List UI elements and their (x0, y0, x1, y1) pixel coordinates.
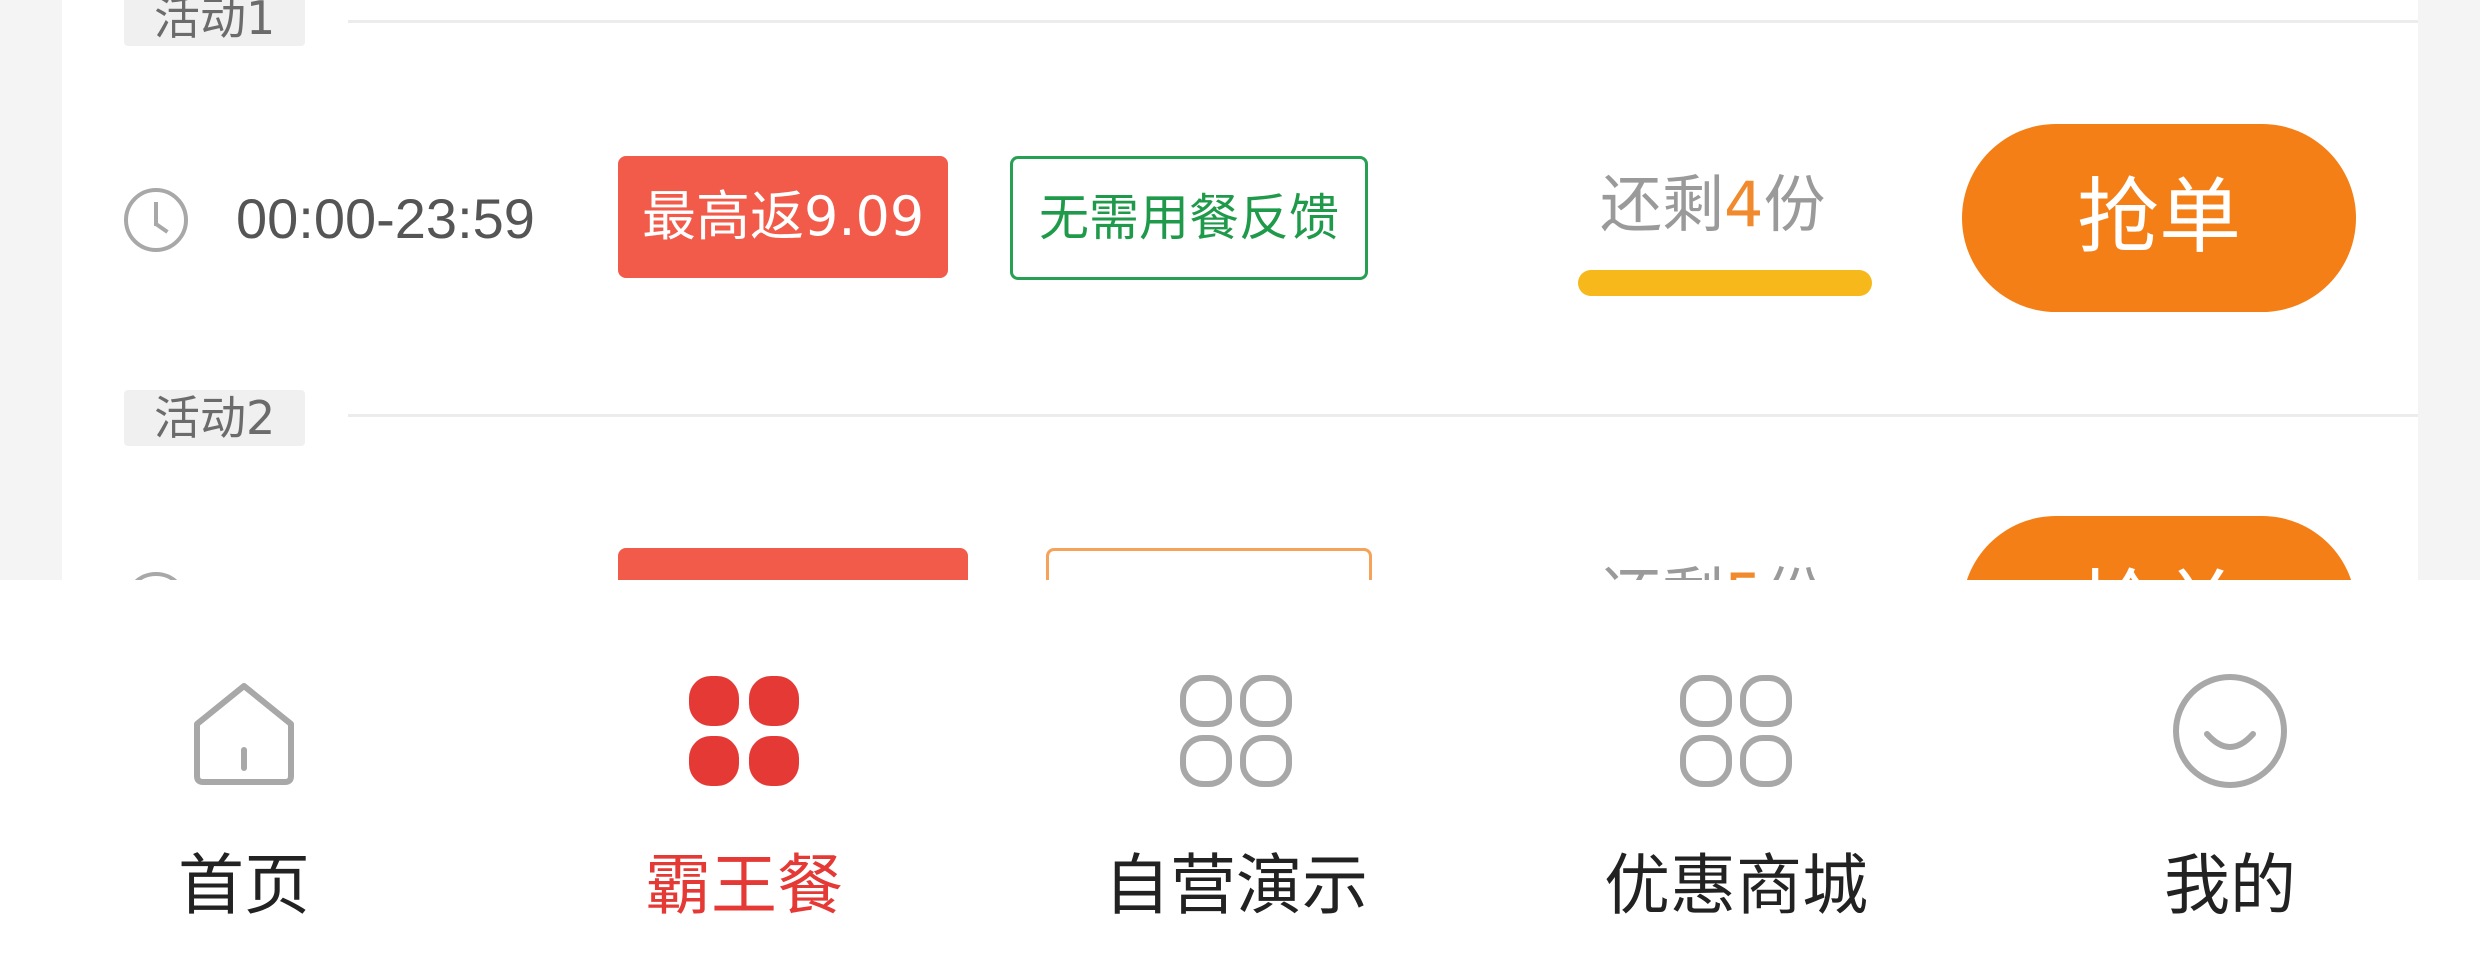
tab-home[interactable]: 首页 (84, 580, 404, 972)
divider (348, 414, 2418, 417)
tab-discount-mall[interactable]: 优惠商城 (1576, 580, 1896, 972)
feedback-tag: 无需用餐反馈 (1010, 156, 1368, 280)
activity-time: 00:00-23:59 (236, 187, 535, 250)
grid-filled-icon (689, 676, 799, 786)
clock-icon (124, 188, 188, 252)
activity-label: 活动2 (124, 390, 306, 446)
tab-bawangcan[interactable]: 霸王餐 (584, 580, 904, 972)
tab-label: 首页 (178, 847, 310, 924)
remain-prefix: 还剩 (1600, 168, 1725, 241)
divider (348, 20, 2418, 23)
activity-label: 活动1 (124, 0, 306, 46)
home-icon (194, 683, 294, 785)
tab-self-demo[interactable]: 自营演示 (1076, 580, 1396, 972)
remain-suffix: 份 (1763, 168, 1826, 241)
tab-label: 自营演示 (1104, 847, 1368, 924)
remain-number: 4 (1724, 168, 1764, 241)
grid-outline-icon (1680, 675, 1792, 787)
rebate-tag: 最高返9.09 (618, 156, 949, 278)
tab-label: 我的 (2164, 847, 2296, 924)
bottom-tab-bar: 首页 霸王餐 自营演示 优惠商城 我的 (0, 580, 2480, 972)
remaining-count: 还剩4份 (1600, 154, 1825, 244)
stock-progress-bar (1578, 270, 1872, 296)
smile-icon (2173, 674, 2287, 788)
tab-label: 霸王餐 (645, 847, 843, 924)
tab-label: 优惠商城 (1604, 847, 1868, 924)
grid-outline-icon (1180, 675, 1292, 787)
grab-order-button[interactable]: 抢单 (1962, 124, 2356, 312)
tab-mine[interactable]: 我的 (2070, 580, 2390, 972)
